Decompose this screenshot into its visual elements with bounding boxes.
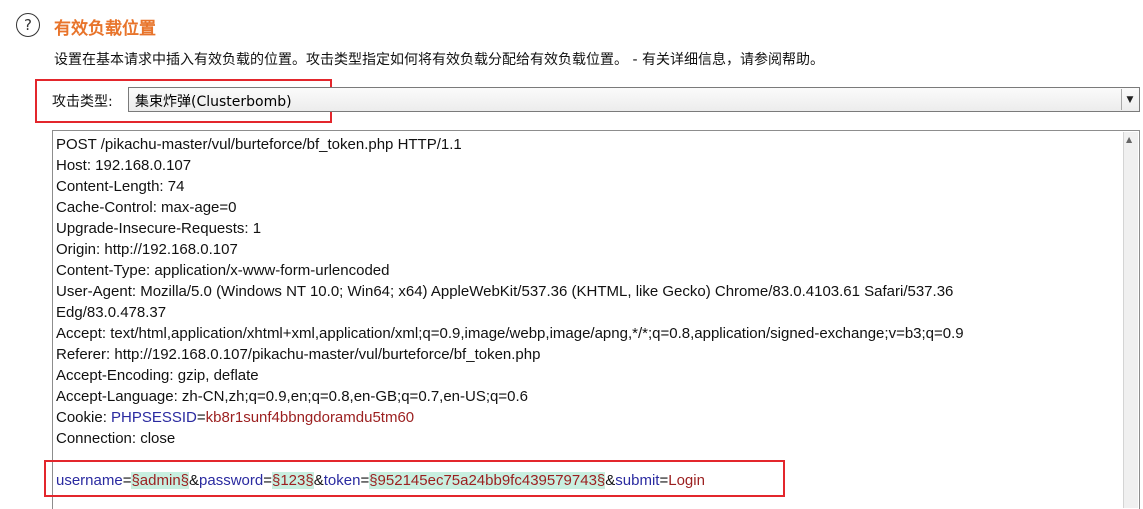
cookie-line: Cookie: PHPSESSID=kb8r1sunf4bbngdoramdu5… [56,407,964,428]
request-line: User-Agent: Mozilla/5.0 (Windows NT 10.0… [56,283,954,300]
request-line: POST /pikachu-master/vul/burteforce/bf_t… [56,136,462,153]
request-line: Referer: http://192.168.0.107/pikachu-ma… [56,346,541,363]
request-line: Accept-Language: zh-CN,zh;q=0.9,en;q=0.8… [56,388,528,405]
request-line: Accept-Encoding: gzip, deflate [56,367,259,384]
attack-type-select[interactable]: 集束炸弹(Clusterbomb) ▼ [128,87,1140,112]
request-line: Host: 192.168.0.107 [56,157,192,174]
request-line: Content-Type: application/x-www-form-url… [56,262,390,279]
help-icon[interactable]: ? [16,13,40,37]
request-line: Accept: text/html,application/xhtml+xml,… [56,325,964,342]
chevron-down-icon[interactable]: ▼ [1121,89,1138,110]
cookie-prefix: Cookie: [56,409,112,426]
chevron-up-icon[interactable]: ▲ [1126,135,1132,144]
attack-type-label: 攻击类型: [52,94,113,110]
request-line: Content-Length: 74 [56,178,185,195]
attack-type-value: 集束炸弹(Clusterbomb) [135,94,292,110]
params-highlight-box [44,460,785,497]
request-editor[interactable]: POST /pikachu-master/vul/burteforce/bf_t… [52,130,1140,509]
cookie-name: PHPSESSID [111,409,197,426]
editor-scrollbar[interactable]: ▲ [1123,132,1138,508]
section-description: 设置在基本请求中插入有效负载的位置。攻击类型指定如何将有效负载分配给有效负载位置… [54,52,824,68]
request-line: Cache-Control: max-age=0 [56,199,237,216]
request-line: Origin: http://192.168.0.107 [56,241,238,258]
request-line: Edg/83.0.478.37 [56,304,167,321]
cookie-eq: = [196,409,206,426]
request-lines: POST /pikachu-master/vul/burteforce/bf_t… [56,134,964,491]
section-title: 有效负载位置 [54,19,156,39]
request-line: Upgrade-Insecure-Requests: 1 [56,220,262,237]
cookie-value: kb8r1sunf4bbngdoramdu5tm60 [205,409,415,426]
connection-line: Connection: close [56,430,176,447]
